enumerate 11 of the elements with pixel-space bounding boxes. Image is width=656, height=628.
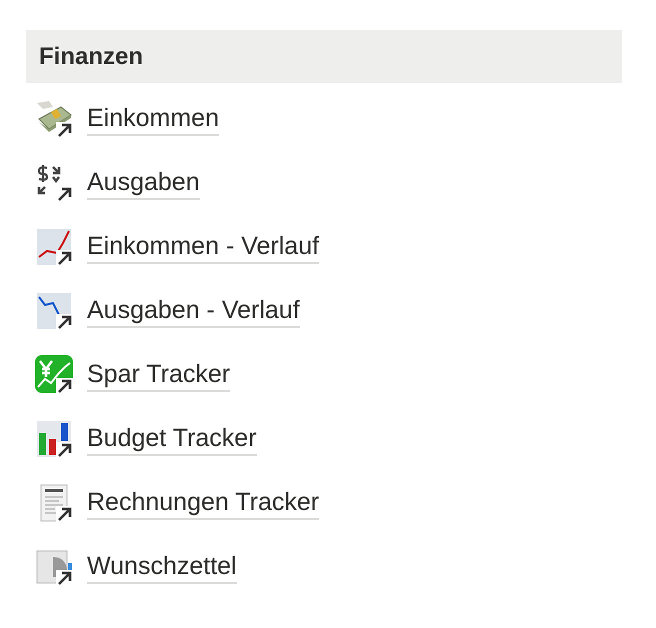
page-link[interactable]: Einkommen bbox=[87, 102, 219, 136]
page-link[interactable]: Rechnungen Tracker bbox=[87, 486, 320, 520]
page-link[interactable]: Spar Tracker bbox=[87, 358, 230, 392]
page-link[interactable]: Wunschzettel bbox=[87, 550, 237, 584]
page-link[interactable]: Einkommen - Verlauf bbox=[87, 230, 320, 264]
section-title: Finanzen bbox=[39, 42, 144, 70]
page-link[interactable]: Ausgaben bbox=[87, 166, 200, 200]
page-link[interactable]: Ausgaben - Verlauf bbox=[87, 294, 300, 328]
yen-chart-icon bbox=[35, 355, 75, 395]
money-icon bbox=[35, 99, 75, 139]
page-link[interactable]: Budget Tracker bbox=[87, 422, 257, 456]
